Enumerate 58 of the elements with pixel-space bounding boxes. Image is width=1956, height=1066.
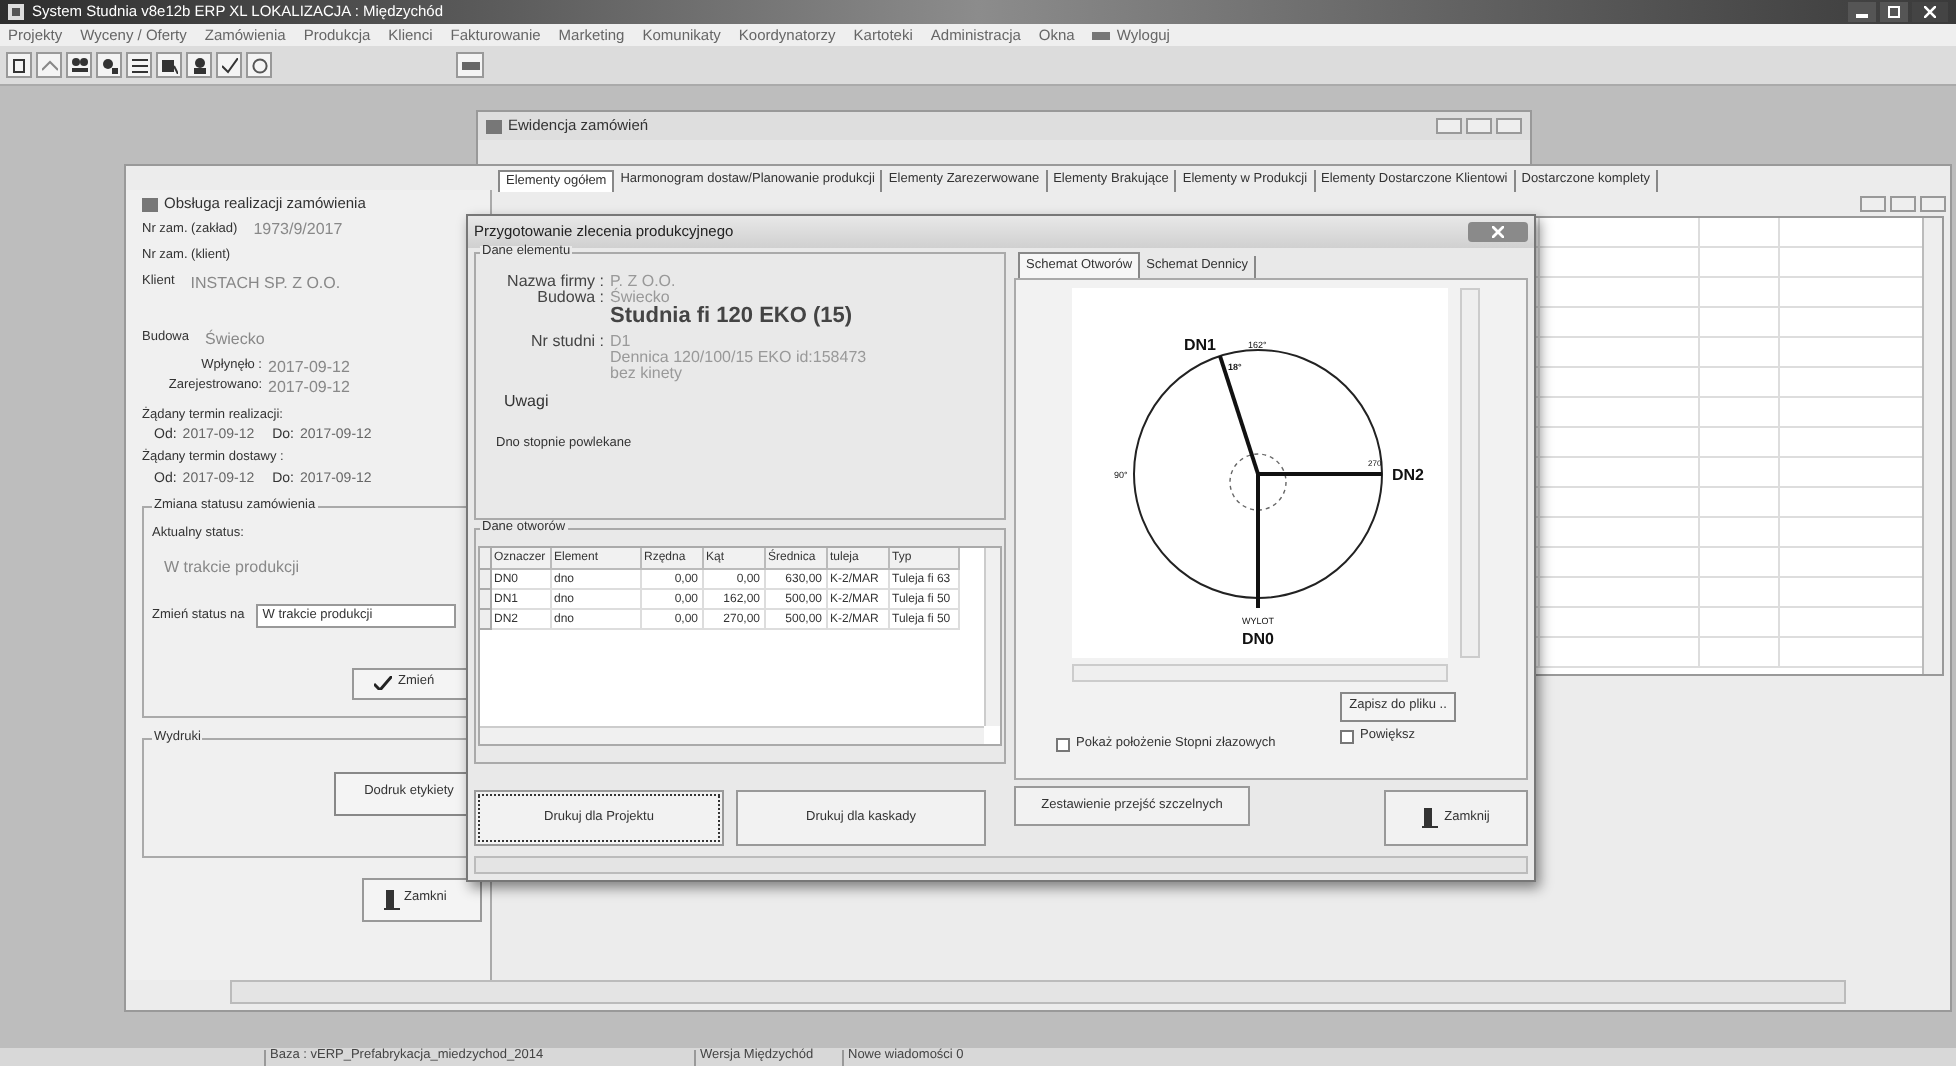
minimize-button[interactable]	[1848, 2, 1876, 22]
document-icon	[12, 57, 26, 73]
maximize-icon	[1888, 6, 1900, 18]
detail-text: Dennica 120/100/15 EKO id:158473	[610, 350, 867, 366]
window-icon	[486, 119, 502, 133]
checkbox[interactable]	[1056, 738, 1070, 752]
toolbar-button[interactable]	[456, 52, 484, 78]
close-button[interactable]	[1912, 2, 1948, 22]
field-value: D1	[610, 334, 631, 350]
field-value: 1973/9/2017	[253, 222, 343, 238]
window-icon	[142, 197, 158, 211]
field-value: Świecko	[205, 331, 265, 347]
opening-label: DN2	[1392, 466, 1425, 484]
scrollbar[interactable]	[480, 726, 984, 744]
shapes-icon	[101, 57, 117, 73]
field-label: Nr studni :	[529, 334, 604, 350]
door-icon	[1422, 808, 1439, 828]
field-value: 2017-09-12	[268, 379, 350, 395]
field-value: 2017-09-12	[268, 359, 350, 375]
toolbar-button[interactable]	[246, 52, 272, 78]
field-value: P. Z O.O.	[610, 274, 676, 290]
person-icon	[191, 57, 207, 73]
logo-icon	[461, 61, 479, 69]
detail-text: bez kinety	[610, 366, 683, 382]
scrollbar[interactable]	[984, 548, 1000, 726]
checkbox[interactable]	[1340, 730, 1354, 744]
app-icon	[8, 4, 24, 20]
field-label: Budowa :	[535, 290, 604, 306]
toolbar-button[interactable]	[6, 52, 32, 78]
field-value: INSTACH SP. Z O.O.	[190, 275, 341, 291]
people-icon	[71, 58, 87, 72]
scrollbar[interactable]	[1072, 664, 1448, 682]
field-label: Uwagi	[504, 394, 549, 410]
clock-icon	[251, 57, 267, 73]
field-value: Świecko	[610, 290, 670, 306]
center-circle	[1229, 453, 1287, 511]
status-value: W trakcie produkcji	[164, 560, 302, 576]
opening-label: DN1	[1184, 336, 1217, 354]
chevron-icon	[41, 59, 57, 71]
element-heading: Studnia fi 120 EKO (15)	[610, 306, 853, 328]
toolbar-button[interactable]	[186, 52, 212, 78]
toolbar-button[interactable]	[156, 52, 182, 78]
maximize-button[interactable]	[1880, 2, 1908, 22]
list-icon	[131, 57, 147, 73]
check-icon	[374, 676, 392, 690]
logo-icon	[1092, 31, 1111, 39]
close-icon	[1924, 6, 1936, 18]
close-icon	[1492, 226, 1504, 238]
toolbar-button[interactable]	[216, 52, 242, 78]
door-icon	[384, 889, 400, 909]
toolbar-button[interactable]	[126, 52, 152, 78]
toolbar-button[interactable]	[66, 52, 92, 78]
toolbar-button[interactable]	[96, 52, 122, 78]
scrollbar[interactable]	[1922, 218, 1942, 674]
opening-label: DN0	[1242, 630, 1274, 648]
field-label: Nazwa firmy :	[505, 274, 604, 290]
check-icon	[221, 57, 237, 73]
scrollbar[interactable]	[1460, 288, 1480, 658]
